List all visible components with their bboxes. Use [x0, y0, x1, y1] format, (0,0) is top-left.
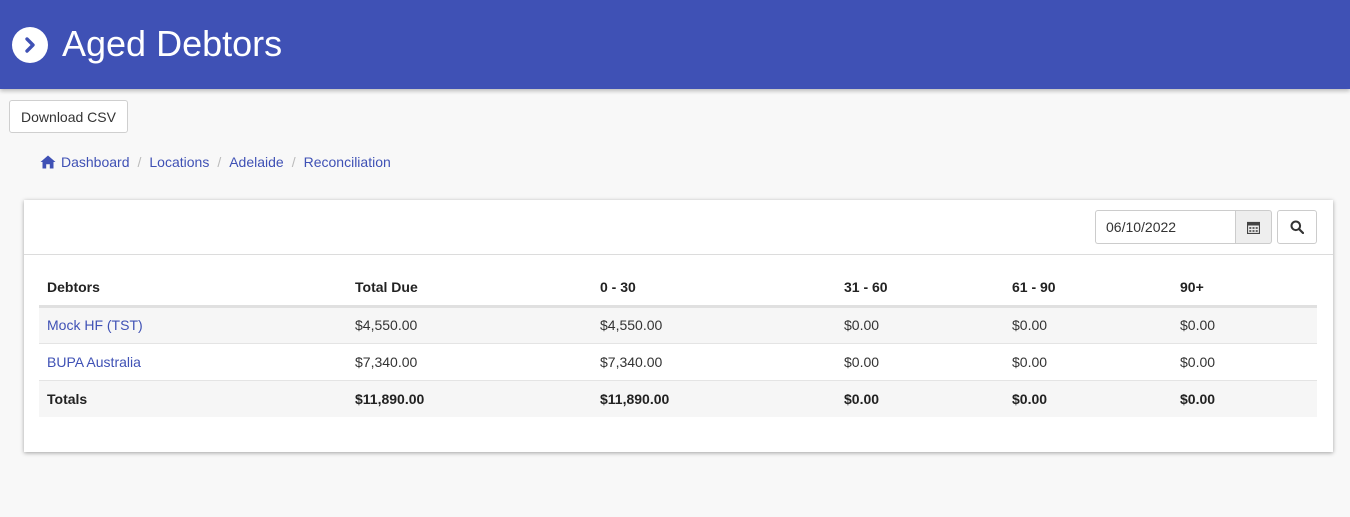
- total-due-cell: $7,340.00: [347, 342, 592, 380]
- 0-30-cell: $7,340.00: [592, 342, 836, 380]
- chevron-right-circle-icon: [12, 27, 48, 63]
- breadcrumb-separator: /: [291, 154, 296, 170]
- totals-90-plus: $0.00: [1172, 379, 1317, 417]
- app-header: Aged Debtors: [0, 0, 1350, 89]
- totals-total-due: $11,890.00: [347, 379, 592, 417]
- column-header-0-30[interactable]: 0 - 30: [592, 269, 836, 308]
- breadcrumb-separator: /: [217, 154, 222, 170]
- debtor-cell: BUPA Australia: [39, 342, 347, 380]
- column-header-61-90[interactable]: 61 - 90: [1004, 269, 1172, 308]
- column-header-total-due[interactable]: Total Due: [347, 269, 592, 308]
- page-title: Aged Debtors: [62, 23, 283, 64]
- debtor-link[interactable]: BUPA Australia: [47, 354, 141, 370]
- debtor-link[interactable]: Mock HF (TST): [47, 317, 143, 333]
- debtor-cell: Mock HF (TST): [39, 306, 347, 343]
- 90-plus-cell: $0.00: [1172, 342, 1317, 380]
- table-row: BUPA Australia $7,340.00 $7,340.00 $0.00…: [39, 342, 1317, 380]
- breadcrumb-dashboard[interactable]: Dashboard: [61, 154, 130, 170]
- totals-row: Totals $11,890.00 $11,890.00 $0.00 $0.00…: [39, 379, 1317, 417]
- 31-60-cell: $0.00: [836, 342, 1004, 380]
- home-icon: [40, 155, 56, 169]
- 90-plus-cell: $0.00: [1172, 306, 1317, 343]
- breadcrumb-separator: /: [137, 154, 142, 170]
- card-toolbar: [24, 200, 1333, 255]
- date-picker: [1095, 210, 1272, 244]
- calendar-icon: [1247, 221, 1260, 234]
- aged-debtors-card: Debtors Total Due 0 - 30 31 - 60 61 - 90…: [24, 200, 1333, 452]
- breadcrumb-reconciliation[interactable]: Reconciliation: [304, 154, 391, 170]
- 0-30-cell: $4,550.00: [592, 306, 836, 343]
- breadcrumb-adelaide[interactable]: Adelaide: [229, 154, 284, 170]
- total-due-cell: $4,550.00: [347, 306, 592, 343]
- totals-61-90: $0.00: [1004, 379, 1172, 417]
- totals-label: Totals: [39, 379, 347, 417]
- download-csv-button[interactable]: Download CSV: [9, 100, 128, 133]
- column-header-31-60[interactable]: 31 - 60: [836, 269, 1004, 308]
- search-button[interactable]: [1277, 210, 1317, 244]
- 61-90-cell: $0.00: [1004, 342, 1172, 380]
- 31-60-cell: $0.00: [836, 306, 1004, 343]
- totals-31-60: $0.00: [836, 379, 1004, 417]
- column-header-90-plus[interactable]: 90+: [1172, 269, 1317, 308]
- 61-90-cell: $0.00: [1004, 306, 1172, 343]
- column-header-debtors[interactable]: Debtors: [39, 269, 347, 308]
- breadcrumb: Dashboard / Locations / Adelaide / Recon…: [40, 152, 391, 172]
- totals-0-30: $11,890.00: [592, 379, 836, 417]
- date-input[interactable]: [1095, 210, 1235, 244]
- table-row: Mock HF (TST) $4,550.00 $4,550.00 $0.00 …: [39, 306, 1317, 343]
- search-icon: [1290, 220, 1304, 234]
- table-header-row: Debtors Total Due 0 - 30 31 - 60 61 - 90…: [39, 269, 1317, 308]
- calendar-button[interactable]: [1235, 210, 1272, 244]
- breadcrumb-locations[interactable]: Locations: [149, 154, 209, 170]
- aged-debtors-table: Debtors Total Due 0 - 30 31 - 60 61 - 90…: [39, 269, 1317, 417]
